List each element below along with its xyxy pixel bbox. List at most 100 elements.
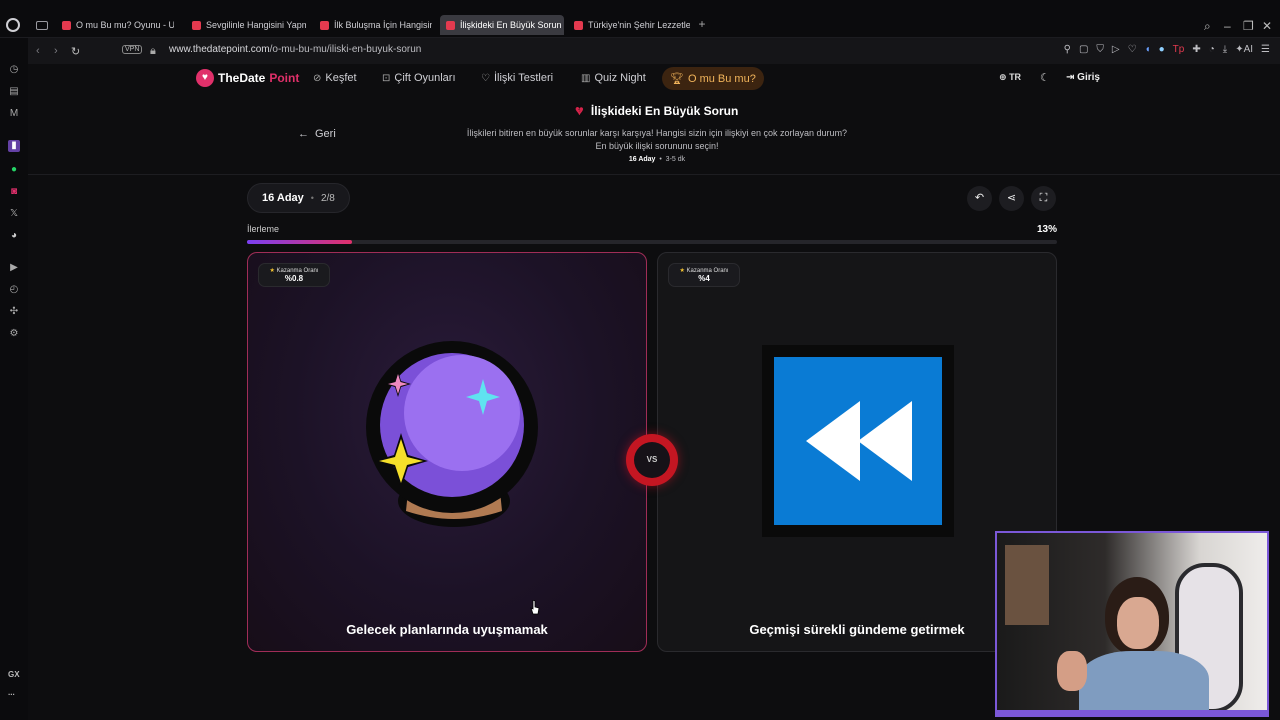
- choice-card-left[interactable]: ★ Kazanma Oranı %0.8 Gelecek planlarında…: [247, 252, 647, 652]
- browser-tab[interactable]: İlk Buluşma İçin Hangisini: [314, 15, 432, 35]
- tp-extension-icon[interactable]: Tp: [1173, 44, 1185, 55]
- share-icon: ⋖: [1006, 192, 1017, 204]
- heart-logo-icon: ♥: [196, 69, 214, 87]
- speed-dial-icon[interactable]: ◷: [8, 64, 20, 76]
- page-title: 💔︎ İlişkideki En Büyük Sorun: [575, 104, 739, 118]
- crystal-ball-icon: [366, 341, 538, 527]
- pin-icon[interactable]: ⚲: [1064, 44, 1071, 55]
- vpn-badge[interactable]: VPN: [122, 45, 143, 54]
- language-selector[interactable]: ⊕ TR: [999, 72, 1021, 83]
- browser-tab-strip: O mu Bu mu? Oyunu - Uw Sevgilinle Hangis…: [0, 0, 1280, 38]
- discord-icon[interactable]: ◕: [8, 230, 20, 242]
- winrate-badge: ★ Kazanma Oranı %4: [668, 263, 740, 287]
- nav-relationship-tests[interactable]: ♡ İlişki Testleri: [481, 72, 553, 84]
- login-icon: ⇥: [1066, 72, 1075, 83]
- mouse-cursor-icon: [530, 600, 540, 615]
- broken-heart-icon: 💔︎: [575, 104, 583, 118]
- address-bar: ‹ › ↻ VPN 🔒︎ www.thedatepoint.com/o-mu-b…: [28, 38, 1280, 64]
- download-icon[interactable]: ⤓: [1223, 44, 1227, 55]
- forward-nav-icon[interactable]: ›: [54, 45, 58, 57]
- news-icon[interactable]: ▤: [8, 86, 20, 98]
- browser-tab[interactable]: Sevgilinle Hangisini Yapm: [186, 15, 306, 35]
- nav-quiz-night[interactable]: ▥ Quiz Night: [581, 72, 646, 84]
- maximize-icon[interactable]: ❐: [1243, 19, 1254, 33]
- site-header: ♥ TheDate Point ⊘ Keşfet ⊡ Çift Oyunları ♡ İ…: [28, 64, 1280, 94]
- search-tabs-icon[interactable]: ⌕: [1204, 19, 1211, 34]
- favicon-icon: [192, 20, 201, 30]
- instagram-icon[interactable]: ◙: [8, 186, 20, 198]
- trophy-icon: 🏆︎: [670, 73, 684, 85]
- nav-couple-games[interactable]: ⊡ Çift Oyunları: [382, 72, 456, 84]
- favicon-icon: [574, 20, 583, 30]
- extension-icon[interactable]: ●: [1159, 44, 1165, 55]
- more-icon[interactable]: ...: [8, 688, 15, 697]
- profile-icon[interactable]: ◔: [1209, 44, 1215, 55]
- fullscreen-icon: ⛶: [1039, 192, 1048, 204]
- progress-fill: [247, 240, 353, 244]
- favicon-icon: [320, 20, 329, 30]
- heart-icon[interactable]: ♡: [1128, 44, 1137, 55]
- nav-explore[interactable]: ⊘ Keşfet: [313, 72, 357, 84]
- history-icon[interactable]: ◴: [8, 284, 20, 296]
- share-button[interactable]: ⋖: [999, 186, 1024, 211]
- menu-icon[interactable]: ☰: [1261, 44, 1270, 55]
- shield-icon[interactable]: ⛉: [1096, 44, 1104, 55]
- globe-icon: ⊕: [999, 72, 1007, 82]
- player-icon[interactable]: ▶: [8, 262, 20, 274]
- back-nav-icon[interactable]: ‹: [36, 45, 40, 57]
- site-logo[interactable]: ♥ TheDate Point: [196, 69, 299, 87]
- page-meta: 16 Aday • 3-5 dk: [628, 156, 686, 163]
- fullscreen-button[interactable]: ⛶: [1031, 186, 1056, 211]
- progress-label: İlerleme: [247, 224, 280, 234]
- whatsapp-icon[interactable]: ●: [8, 164, 20, 176]
- winrate-badge: ★ Kazanma Oranı %0.8: [258, 263, 330, 287]
- progress-bar: [247, 240, 1057, 244]
- gamepad-icon: ⊡: [382, 72, 391, 84]
- streamer-face: [1117, 597, 1159, 649]
- rewind-icon: [762, 345, 954, 537]
- close-window-icon[interactable]: ✕: [1262, 19, 1272, 33]
- nav-this-or-that[interactable]: 🏆︎ O mu Bu mu?: [662, 67, 764, 90]
- gx-label[interactable]: GX: [8, 670, 20, 679]
- ai-icon[interactable]: ✦AI: [1235, 44, 1253, 55]
- new-tab-button[interactable]: +: [696, 18, 708, 30]
- favicon-icon: [446, 20, 455, 30]
- book-icon: ▥: [581, 72, 591, 84]
- puzzle-icon[interactable]: ✚: [1192, 44, 1200, 55]
- play-icon[interactable]: ▷: [1112, 44, 1120, 55]
- login-button[interactable]: ⇥ Giriş: [1066, 72, 1100, 83]
- vs-badge: VS: [626, 434, 678, 486]
- game-title-block: 💔︎ İlişkideki En Büyük Sorun İlişkileri b…: [466, 104, 848, 163]
- divider: [28, 174, 1280, 175]
- back-link[interactable]: ← Geri: [298, 128, 336, 140]
- messenger-icon[interactable]: M: [8, 108, 20, 120]
- x-icon[interactable]: 𝕏: [8, 208, 20, 220]
- reload-icon[interactable]: ↻: [71, 45, 80, 58]
- compass-icon: ⊘: [313, 72, 322, 84]
- wallet-icon[interactable]: ◖: [1145, 44, 1151, 55]
- browser-tab[interactable]: O mu Bu mu? Oyunu - Uw: [56, 15, 174, 35]
- star-icon: ★: [679, 268, 685, 274]
- arrow-left-icon: ←: [298, 128, 309, 140]
- url-field[interactable]: www.thedatepoint.com/o-mu-bu-mu/iliski-e…: [169, 44, 421, 55]
- streamer-body: [1079, 651, 1209, 715]
- progress-percent: 13%: [1036, 224, 1057, 235]
- theme-toggle-icon[interactable]: ☾: [1040, 71, 1050, 84]
- browser-tab[interactable]: Türkiye'nin Şehir Lezzetle: [568, 15, 690, 35]
- browser-tab-active[interactable]: İlişkideki En Büyük Sorun: [440, 15, 564, 35]
- minimize-icon[interactable]: –: [1224, 19, 1231, 33]
- page-description: İlişkileri bitiren en büyük sorunlar kar…: [466, 128, 848, 151]
- browser-sidebar: ◷ ▤ M ▮ ● ◙ 𝕏 ◕ ▶ ◴ ✣ ⚙: [0, 38, 28, 720]
- extension-toolbar: ⚲ ▢ ⛉ ▷ ♡ ◖ ● Tp ✚ ◔ ⤓ ✦AI ☰: [1064, 44, 1270, 55]
- undo-button[interactable]: ↶: [967, 186, 992, 211]
- wall-poster: [1005, 545, 1049, 625]
- twitch-icon[interactable]: ▮: [8, 140, 20, 152]
- extensions-sidebar-icon[interactable]: ✣: [8, 306, 20, 318]
- opera-logo-icon[interactable]: [6, 18, 20, 32]
- lock-icon[interactable]: 🔒︎: [150, 45, 156, 58]
- tab-overview-icon[interactable]: [36, 21, 48, 30]
- snapshot-icon[interactable]: ▢: [1079, 44, 1088, 55]
- streamer-hand: [1057, 651, 1087, 691]
- webcam-overlay: [995, 531, 1269, 717]
- settings-icon[interactable]: ⚙: [8, 328, 20, 340]
